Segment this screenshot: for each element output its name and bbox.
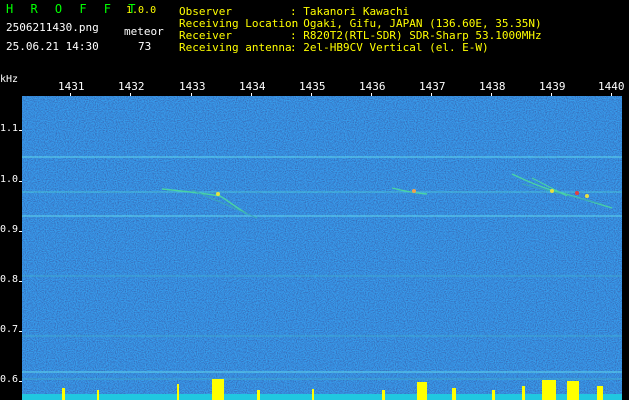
y-tick-label: 1.0 xyxy=(0,174,19,185)
spectrogram xyxy=(22,96,622,400)
meteor-count: 73 xyxy=(138,40,152,53)
y-axis-unit: kHz xyxy=(0,74,19,85)
x-tick-label: 1435 xyxy=(299,80,326,93)
frequency-axis: kHz 1.1 1.0 0.9 0.8 0.7 0.6 xyxy=(0,74,23,400)
noise-texture xyxy=(22,96,622,400)
app-version: 1.0.0 xyxy=(126,5,157,16)
spectrogram-plot xyxy=(22,96,622,400)
x-tick-label: 1440 xyxy=(598,80,625,93)
x-tick-label: 1437 xyxy=(419,80,446,93)
x-tick-label: 1439 xyxy=(539,80,566,93)
y-tick-label: 0.8 xyxy=(0,274,19,285)
y-tick-label: 1.1 xyxy=(0,123,19,134)
y-tick-label: 0.9 xyxy=(0,224,19,235)
app-brand: H R O F F T xyxy=(6,2,141,16)
header-panel: H R O F F T 1.0.0 2506211430.png 25.06.2… xyxy=(0,0,629,74)
image-filename: 2506211430.png xyxy=(6,21,99,34)
capture-datetime: 25.06.21 14:30 xyxy=(6,40,99,53)
x-tick-label: 1436 xyxy=(359,80,386,93)
x-tick-label: 1431 xyxy=(58,80,85,93)
x-tick-label: 1438 xyxy=(479,80,506,93)
x-tick-label: 1434 xyxy=(239,80,266,93)
y-tick-label: 0.7 xyxy=(0,324,19,335)
x-tick-label: 1432 xyxy=(118,80,145,93)
time-axis: 1431 1432 1433 1434 1435 1436 1437 1438 … xyxy=(0,74,629,97)
y-tick-label: 0.6 xyxy=(0,374,19,385)
meteor-label: meteor xyxy=(124,25,164,38)
x-tick-label: 1433 xyxy=(179,80,206,93)
info-label-antenna: Receiving antenna xyxy=(179,41,292,54)
info-value-antenna: : 2el-HB9CV Vertical (el. E-W) xyxy=(290,41,489,54)
